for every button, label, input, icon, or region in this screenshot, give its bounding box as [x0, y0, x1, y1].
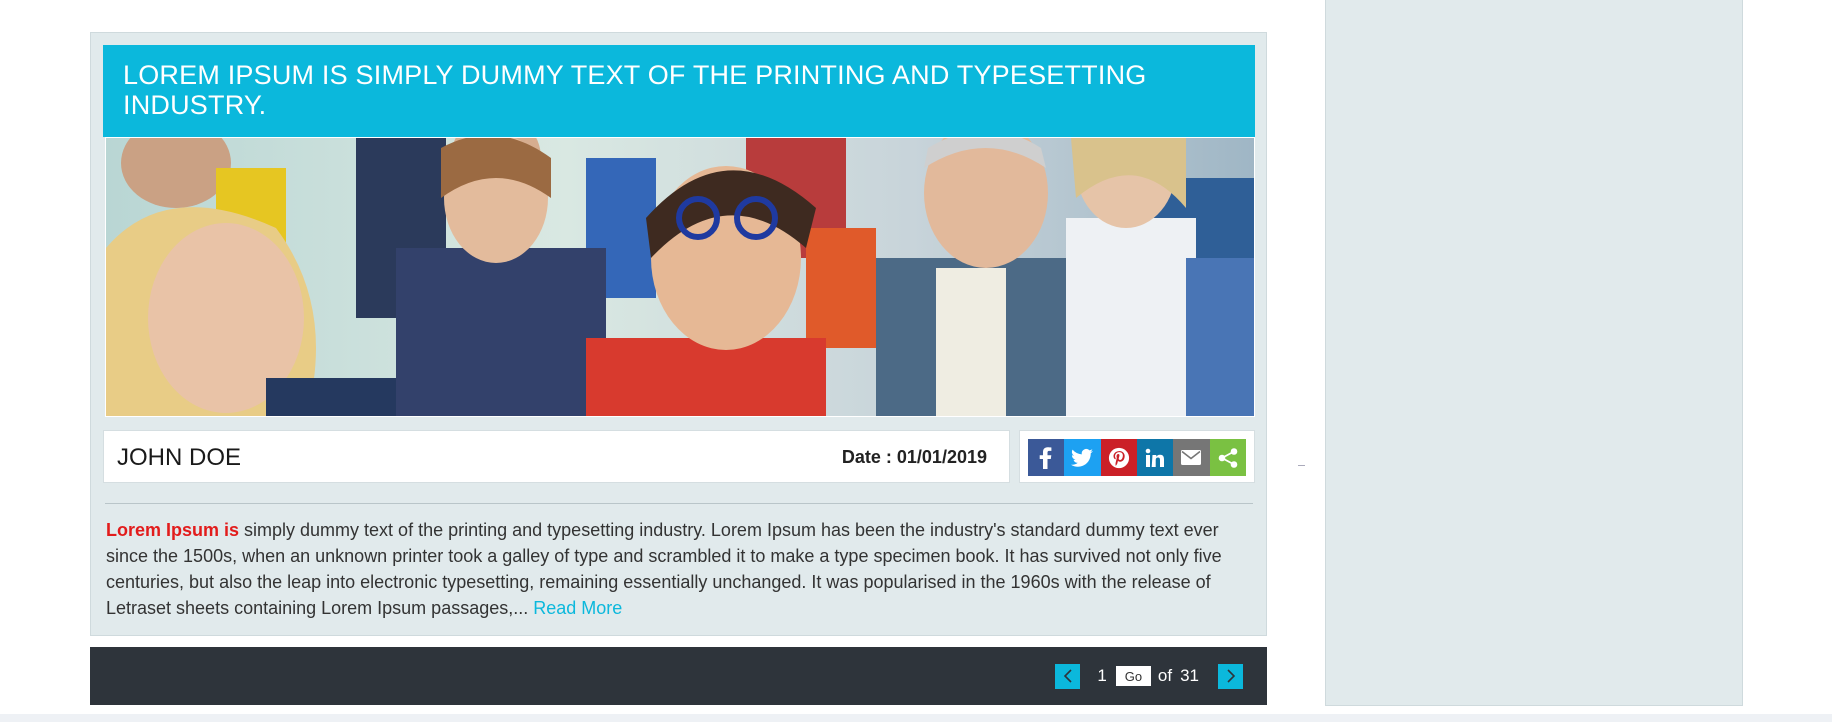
- read-more-link[interactable]: Read More: [533, 598, 622, 618]
- article-title[interactable]: LOREM IPSUM IS SIMPLY DUMMY TEXT OF THE …: [103, 45, 1255, 137]
- share-bar: [1019, 430, 1255, 483]
- pagination-bar: 1 Go of 31: [90, 647, 1267, 705]
- more-share-button[interactable]: [1209, 439, 1246, 476]
- next-page-button[interactable]: [1218, 663, 1243, 689]
- go-button[interactable]: Go: [1115, 666, 1151, 686]
- facebook-icon: [1039, 446, 1052, 469]
- mail-icon: [1181, 450, 1202, 465]
- article-image[interactable]: [105, 137, 1255, 417]
- chevron-left-icon: [1063, 669, 1072, 683]
- email-share-button[interactable]: [1173, 439, 1210, 476]
- pinterest-icon: [1108, 447, 1129, 468]
- of-label: of: [1157, 666, 1173, 685]
- pinterest-share-button[interactable]: [1100, 439, 1137, 476]
- divider: [105, 503, 1253, 504]
- article-card: LOREM IPSUM IS SIMPLY DUMMY TEXT OF THE …: [90, 32, 1267, 636]
- total-pages: 31: [1180, 666, 1199, 685]
- sidebar-panel: [1325, 0, 1743, 706]
- facebook-share-button[interactable]: [1028, 439, 1065, 476]
- author-name[interactable]: JOHN DOE: [117, 444, 241, 472]
- prev-page-button[interactable]: [1055, 663, 1081, 689]
- page-bottom-strip: [0, 714, 1832, 722]
- author-bar: JOHN DOE Date : 01/01/2019: [103, 430, 1010, 483]
- current-page-number: 1: [1097, 666, 1107, 685]
- share-icon: [1218, 447, 1238, 468]
- post-date: Date : 01/01/2019: [841, 447, 987, 467]
- linkedin-share-button[interactable]: [1136, 439, 1174, 476]
- twitter-share-button[interactable]: [1064, 439, 1101, 476]
- excerpt-body: simply dummy text of the printing and ty…: [106, 520, 1222, 618]
- chevron-right-icon: [1226, 669, 1235, 683]
- article-excerpt: Lorem Ipsum is simply dummy text of the …: [106, 517, 1251, 621]
- twitter-icon: [1071, 448, 1094, 467]
- linkedin-icon: [1145, 448, 1165, 467]
- divider: [1298, 465, 1305, 466]
- excerpt-lead: Lorem Ipsum is: [106, 520, 240, 540]
